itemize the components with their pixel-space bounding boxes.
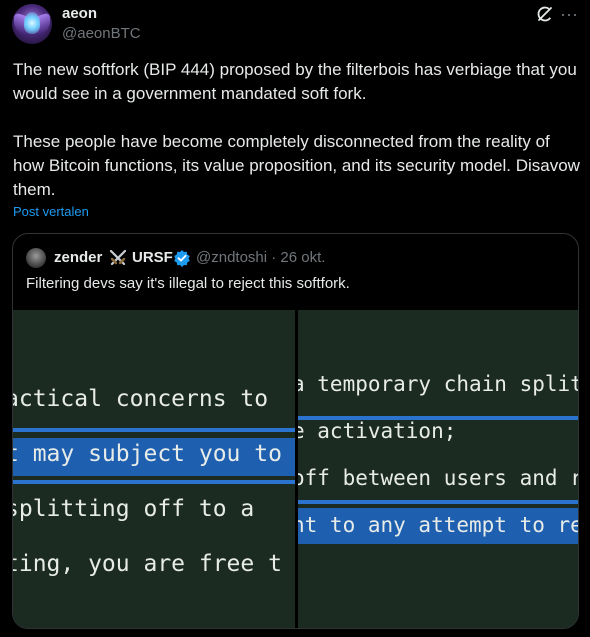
grok-icon[interactable]: [536, 5, 554, 23]
author-handle[interactable]: @aeonBTC: [62, 25, 141, 42]
image-text-line: nt to any attempt to re: [298, 513, 578, 537]
quoted-post[interactable]: zender URSF @zndtoshi · 26 okt. Filterin…: [12, 233, 579, 629]
quoted-author-avatar[interactable]: [26, 248, 46, 268]
image-panel-left: actical concerns to t may subject you to…: [13, 310, 295, 628]
image-panel-right: a temporary chain split e activation; of…: [298, 310, 578, 628]
image-text-line: actical concerns to: [13, 386, 269, 412]
image-text-line: a temporary chain split: [298, 372, 578, 396]
quoted-post-image[interactable]: actical concerns to t may subject you to…: [13, 310, 578, 628]
avatar-figure: [24, 12, 40, 34]
quoted-author-name-suffix[interactable]: URSF: [132, 249, 173, 266]
author-avatar[interactable]: [12, 4, 52, 44]
quoted-author-name[interactable]: zender: [54, 249, 102, 266]
highlight-edge: [13, 428, 295, 432]
image-text-line: off between users and r: [298, 466, 578, 490]
post-text: The new softfork (BIP 444) proposed by t…: [13, 60, 580, 199]
quoted-handle-date[interactable]: @zndtoshi · 26 okt.: [196, 249, 325, 266]
crossed-swords-icon: [109, 249, 127, 266]
image-text-line: ting, you are free t: [13, 551, 282, 577]
highlight-edge: [298, 500, 578, 504]
highlight-edge: [13, 480, 295, 484]
image-text-line: t may subject you to: [13, 441, 282, 467]
image-text-line: splitting off to a: [13, 496, 255, 522]
image-text-line: e activation;: [298, 419, 457, 443]
quoted-post-text: Filtering devs say it's illegal to rejec…: [26, 275, 350, 292]
translate-post-link[interactable]: Post vertalen: [13, 204, 89, 219]
more-options-icon[interactable]: ···: [560, 4, 578, 25]
verified-badge-icon: [174, 250, 190, 267]
author-display-name[interactable]: aeon: [62, 5, 97, 22]
